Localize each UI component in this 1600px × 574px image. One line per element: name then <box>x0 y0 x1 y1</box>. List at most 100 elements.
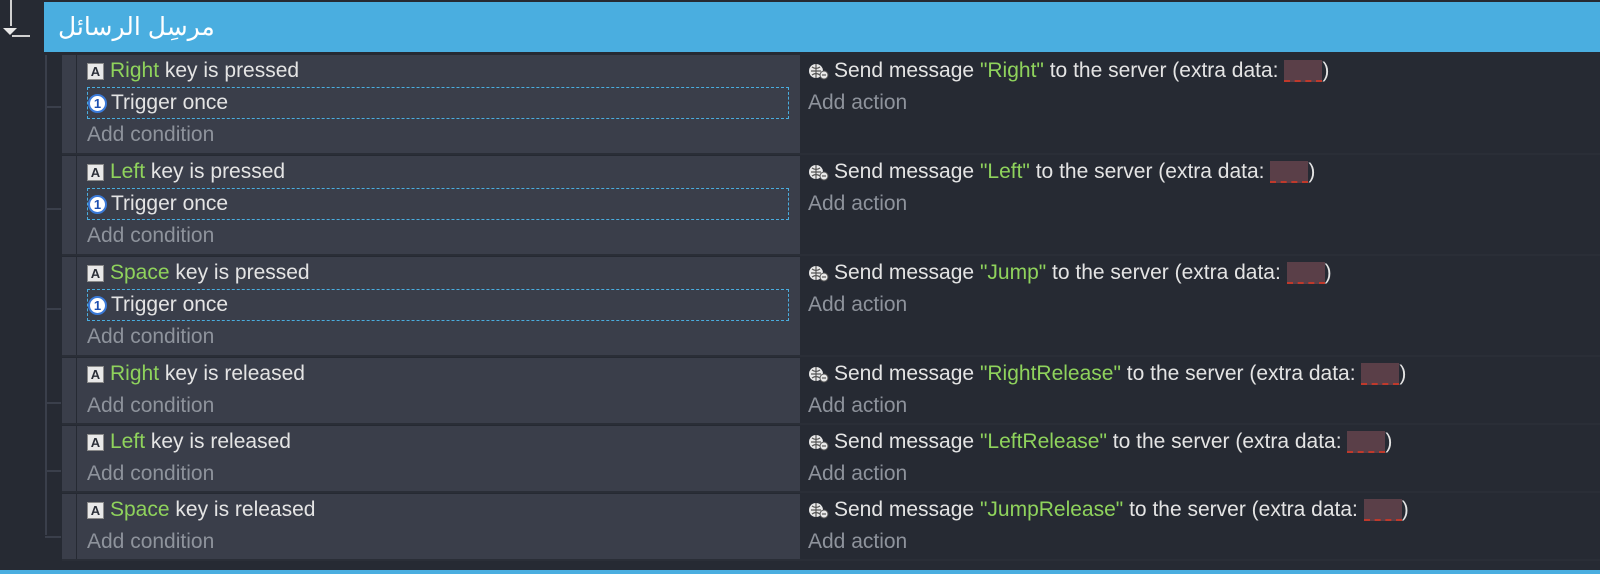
condition-key[interactable]: A Left key is pressed <box>87 156 800 188</box>
actions-column: Send message "Jump" to the server (extra… <box>800 257 1600 357</box>
send-message-icon <box>808 163 830 181</box>
trigger-once-icon: 1 <box>88 295 107 315</box>
key-name[interactable]: Right <box>110 55 159 87</box>
action-send-message[interactable]: Send message "LeftRelease" to the server… <box>808 426 1600 458</box>
key-name[interactable]: Left <box>110 156 145 188</box>
condition-key[interactable]: A Right key is released <box>87 358 800 390</box>
key-state: key is released <box>175 498 316 521</box>
send-prefix: Send message <box>834 430 975 453</box>
extra-data-slot[interactable] <box>1347 431 1386 453</box>
send-message-icon <box>808 433 830 451</box>
trigger-once-label: Trigger once <box>111 91 229 114</box>
tree-connector <box>45 208 61 210</box>
event-separator <box>62 254 1600 256</box>
key-state: key is pressed <box>150 160 286 183</box>
collapse-arrow-icon[interactable] <box>3 28 17 35</box>
tree-connector <box>45 536 61 538</box>
event-handle[interactable] <box>62 426 76 493</box>
keyboard-key-icon: A <box>87 163 104 181</box>
trigger-once-icon: 1 <box>88 93 107 113</box>
extra-data-slot[interactable] <box>1286 262 1325 284</box>
send-message-icon <box>808 62 830 80</box>
send-message-icon <box>808 501 830 519</box>
conditions-column: A Right key is released Add condition <box>77 358 800 425</box>
key-state: key is released <box>150 430 291 453</box>
condition-trigger-once[interactable]: 1 Trigger once <box>87 289 789 321</box>
condition-key[interactable]: A Space key is released <box>87 494 800 526</box>
send-mid: to the server (extra data: <box>1035 160 1265 183</box>
extra-data-slot[interactable] <box>1270 161 1309 183</box>
event-handle[interactable] <box>62 494 76 561</box>
condition-key[interactable]: A Left key is released <box>87 426 800 458</box>
key-name[interactable]: Space <box>110 494 170 526</box>
actions-column: Send message "JumpRelease" to the server… <box>800 494 1600 561</box>
event-handle[interactable] <box>62 257 76 357</box>
action-send-message[interactable]: Send message "Jump" to the server (extra… <box>808 257 1600 289</box>
event-separator <box>62 559 1600 561</box>
add-action-link[interactable]: Add action <box>808 289 1600 321</box>
extra-data-slot[interactable] <box>1361 363 1400 385</box>
tree-connector <box>45 308 61 310</box>
message-name[interactable]: "Right" <box>980 55 1044 87</box>
group-header[interactable]: مرسِل الرسائل <box>44 2 1600 52</box>
add-action-link[interactable]: Add action <box>808 188 1600 220</box>
bottom-bar <box>0 570 1600 574</box>
event-handle[interactable] <box>62 156 76 256</box>
add-condition-link[interactable]: Add condition <box>87 526 800 558</box>
event-handle[interactable] <box>62 55 76 155</box>
message-name[interactable]: "LeftRelease" <box>980 426 1107 458</box>
message-name[interactable]: "JumpRelease" <box>980 494 1123 526</box>
send-mid: to the server (extra data: <box>1129 498 1358 521</box>
tree-line <box>45 55 47 535</box>
tree-connector <box>45 402 61 404</box>
add-action-link[interactable]: Add action <box>808 390 1600 422</box>
conditions-column: A Left key is pressed 1 Trigger once Add con… <box>77 156 800 256</box>
send-mid: to the server (extra data: <box>1112 430 1342 453</box>
event-row[interactable]: A Right key is pressed 1 Trigger once Add co… <box>62 55 1600 155</box>
add-condition-link[interactable]: Add condition <box>87 458 800 490</box>
add-condition-link[interactable]: Add condition <box>87 220 800 252</box>
condition-key[interactable]: A Space key is pressed <box>87 257 800 289</box>
send-suffix: ) <box>1308 160 1316 183</box>
add-condition-link[interactable]: Add condition <box>87 119 800 151</box>
condition-key[interactable]: A Right key is pressed <box>87 55 800 87</box>
action-send-message[interactable]: Send message "JumpRelease" to the server… <box>808 494 1600 526</box>
tree-connector <box>45 470 61 472</box>
event-separator <box>62 153 1600 155</box>
condition-trigger-once[interactable]: 1 Trigger once <box>87 87 789 119</box>
condition-trigger-once[interactable]: 1 Trigger once <box>87 188 789 220</box>
add-action-link[interactable]: Add action <box>808 526 1600 558</box>
add-action-link[interactable]: Add action <box>808 87 1600 119</box>
extra-data-slot[interactable] <box>1363 499 1402 521</box>
action-send-message[interactable]: Send message "RightRelease" to the serve… <box>808 358 1600 390</box>
keyboard-key-icon: A <box>87 365 104 383</box>
event-row[interactable]: A Left key is pressed 1 Trigger once Add con… <box>62 156 1600 256</box>
action-send-message[interactable]: Send message "Left" to the server (extra… <box>808 156 1600 188</box>
event-handle[interactable] <box>62 358 76 425</box>
send-mid: to the server (extra data: <box>1052 261 1281 284</box>
key-state: key is released <box>164 362 305 385</box>
send-prefix: Send message <box>834 362 975 385</box>
message-name[interactable]: "Left" <box>980 156 1030 188</box>
conditions-column: A Space key is released Add condition <box>77 494 800 561</box>
message-name[interactable]: "Jump" <box>980 257 1046 289</box>
keyboard-key-icon: A <box>87 62 104 80</box>
key-name[interactable]: Space <box>110 257 170 289</box>
keyboard-key-icon: A <box>87 501 104 519</box>
keyboard-key-icon: A <box>87 264 104 282</box>
key-name[interactable]: Left <box>110 426 145 458</box>
trigger-once-label: Trigger once <box>111 192 229 215</box>
add-condition-link[interactable]: Add condition <box>87 390 800 422</box>
event-row[interactable]: A Space key is released Add condition Send … <box>62 494 1600 561</box>
action-send-message[interactable]: Send message "Right" to the server (extr… <box>808 55 1600 87</box>
event-row[interactable]: A Space key is pressed 1 Trigger once Add co… <box>62 257 1600 357</box>
event-row[interactable]: A Left key is released Add condition Send m… <box>62 426 1600 493</box>
event-row[interactable]: A Right key is released Add condition Send … <box>62 358 1600 425</box>
send-prefix: Send message <box>834 160 975 183</box>
add-action-link[interactable]: Add action <box>808 458 1600 490</box>
key-name[interactable]: Right <box>110 358 159 390</box>
message-name[interactable]: "RightRelease" <box>980 358 1121 390</box>
extra-data-slot[interactable] <box>1284 60 1323 82</box>
add-condition-link[interactable]: Add condition <box>87 321 800 353</box>
conditions-column: A Right key is pressed 1 Trigger once Add co… <box>77 55 800 155</box>
